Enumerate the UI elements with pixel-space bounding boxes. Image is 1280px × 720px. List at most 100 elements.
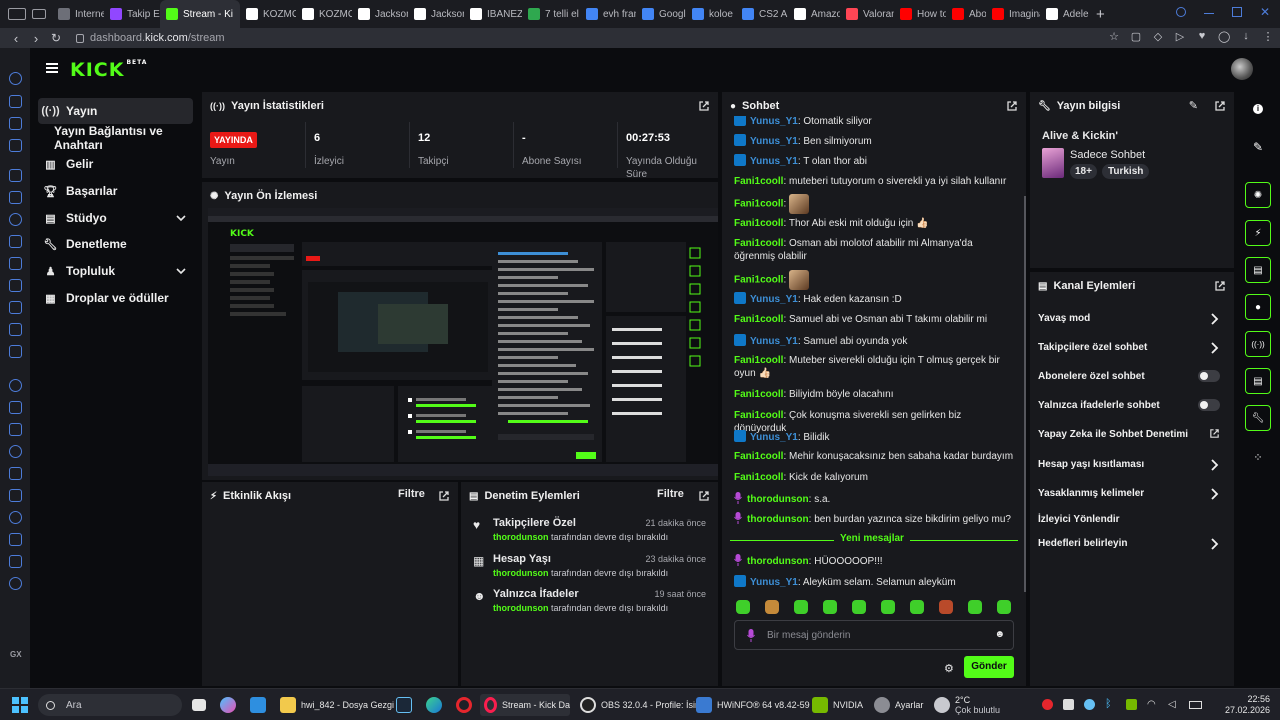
shield-icon[interactable]: ◇ (1152, 30, 1164, 44)
tray-bluetooth-icon[interactable]: ᛒ (1105, 699, 1116, 710)
sidebar-send-icon[interactable] (9, 401, 22, 414)
channel-action-item[interactable]: Yasaklanmış kelimeler (1030, 484, 1228, 504)
chat-username[interactable]: Fani1cooll (734, 410, 783, 421)
taskbar-app-explorer[interactable]: hwi_842 - Dosya Gezgi (280, 694, 394, 716)
browser-tab[interactable]: koloe - (686, 0, 736, 28)
browser-tab[interactable]: How to (894, 0, 946, 28)
sidebar-instagram2-icon[interactable] (9, 279, 22, 292)
bookmark-icon[interactable]: ☆ (1108, 30, 1120, 44)
browser-tab[interactable]: Amazon (788, 0, 840, 28)
sidebar-notes-icon[interactable] (9, 467, 22, 480)
chat-username[interactable]: Yunus_Y1 (750, 136, 798, 147)
more-icon[interactable]: ⋮ (1262, 30, 1274, 44)
emote-icon[interactable] (852, 600, 866, 614)
search-icon[interactable] (1175, 7, 1186, 17)
chat-username[interactable]: thorodunson (747, 514, 809, 525)
sidebar-favorites-icon[interactable] (9, 445, 22, 458)
chat-username[interactable]: Fani1cooll (734, 218, 783, 229)
emote-icon[interactable] (881, 600, 895, 614)
browser-tab[interactable]: Imagina (986, 0, 1040, 28)
play-icon[interactable]: ▷ (1174, 30, 1186, 44)
channel-action-item[interactable]: Yalnızca ifadelerle sohbet (1030, 396, 1228, 416)
sidebar-downloads-icon[interactable] (9, 533, 22, 546)
browser-tab[interactable]: Jackson (408, 0, 464, 28)
nav-item-studio[interactable]: ▤ Stüdyo (38, 205, 193, 231)
chat-username[interactable]: Fani1cooll (734, 389, 783, 400)
nav-item-revenue[interactable]: ▥ Gelir (38, 151, 193, 177)
copilot-icon[interactable] (220, 694, 236, 716)
screenshot-icon[interactable]: ▢ (1130, 30, 1142, 44)
tag[interactable]: Turkish (1102, 164, 1150, 179)
browser-tab[interactable]: Adele - (1040, 0, 1090, 28)
browser-tab[interactable]: Jackson (352, 0, 408, 28)
browser-tab[interactable]: Abo (946, 0, 986, 28)
browser-tab[interactable]: Stream - Ki (160, 0, 240, 28)
chat-username[interactable]: Yunus_Y1 (750, 336, 798, 347)
profile-icon[interactable]: ◯ (1218, 30, 1230, 44)
channel-action-item[interactable]: Abonelere özel sohbet (1030, 367, 1228, 387)
pencil-icon[interactable]: ✎ (1245, 134, 1271, 160)
edit-icon[interactable]: ✎ (1189, 99, 1198, 112)
emote-icon[interactable] (910, 600, 924, 614)
mod-filter-button[interactable]: Filtre (657, 488, 684, 500)
chat-username[interactable]: Fani1cooll (734, 176, 783, 187)
chat-username[interactable]: Fani1cooll (734, 314, 783, 325)
chat-input[interactable]: Bir mesaj gönderin ☻ (734, 620, 1014, 650)
taskbar-app-settings[interactable]: Ayarlar (874, 694, 923, 716)
sidebar-extensions-icon[interactable] (9, 555, 22, 568)
chat-username[interactable]: Yunus_Y1 (750, 432, 798, 443)
sidebar-vk-icon[interactable] (9, 257, 22, 270)
edge-icon[interactable] (426, 694, 442, 716)
sidebar-pin-icon[interactable] (9, 489, 22, 502)
sidebar-instagram-icon[interactable] (9, 117, 22, 130)
chat-tool-icon[interactable]: ● (1245, 294, 1271, 320)
chat-username[interactable]: Fani1cooll (734, 199, 783, 210)
emote-icon[interactable] (736, 600, 750, 614)
broadcast-tool-icon[interactable]: ((·)) (1245, 331, 1271, 357)
chat-username[interactable]: thorodunson (747, 556, 809, 567)
sidebar-copilot-icon[interactable] (9, 72, 22, 85)
browser-tab[interactable]: IBANEZ (464, 0, 522, 28)
sidebar-gx-icon[interactable]: GX (10, 650, 22, 659)
tray-volume-icon[interactable]: ◁ (1168, 699, 1179, 710)
browser-tab[interactable]: Valorant (840, 0, 894, 28)
taskbar-app-browser[interactable]: Stream - Kick Da (480, 694, 570, 716)
browser-tab[interactable]: Takip Ed (104, 0, 160, 28)
new-tab-button[interactable]: + (1096, 6, 1105, 23)
emoji-icon[interactable]: ☻ (994, 629, 1005, 640)
popout-icon[interactable] (698, 100, 710, 112)
send-button[interactable]: Gönder (964, 656, 1014, 678)
emote-icon[interactable] (823, 600, 837, 614)
channel-action-item[interactable]: Takipçilere özel sohbet (1030, 338, 1228, 358)
sidebar-messages-icon[interactable] (9, 191, 22, 204)
sidebar-settings-icon[interactable] (9, 577, 22, 590)
tray-steam-icon[interactable] (1084, 699, 1095, 710)
taskbar-app-hwinfo[interactable]: HWiNFO® 64 v8.42-59 (696, 694, 810, 716)
layout-tool-icon[interactable]: ⁘ (1245, 444, 1271, 470)
preview-tool-icon[interactable]: ✺ (1245, 182, 1271, 208)
tag[interactable]: 18+ (1070, 164, 1097, 179)
browser-tab[interactable]: KOZMO (240, 0, 296, 28)
back-icon[interactable]: ‹ (6, 28, 26, 48)
chat-username[interactable]: Fani1cooll (734, 355, 783, 366)
emote-icon[interactable] (939, 600, 953, 614)
url-field[interactable]: dashboard.kick.com/stream (76, 32, 225, 44)
start-button[interactable] (12, 694, 28, 716)
sidebar-discord-icon[interactable] (9, 345, 22, 358)
sidebar-apps-icon[interactable] (9, 423, 22, 436)
chat-username[interactable]: Fani1cooll (734, 472, 783, 483)
clock[interactable]: 22:56 27.02.2026 (1225, 694, 1270, 716)
chat-username[interactable]: Fani1cooll (734, 238, 783, 249)
sidebar-mail-icon[interactable] (9, 139, 22, 152)
list-tool-icon[interactable]: ▤ (1245, 257, 1271, 283)
new-messages-divider[interactable]: Yeni mesajlar (730, 533, 1018, 547)
chat-username[interactable]: Yunus_Y1 (750, 577, 798, 588)
weather-widget[interactable]: 2°C Çok bulutlu (934, 694, 1000, 716)
stream-preview-video[interactable]: KICK (208, 208, 718, 476)
chat-username[interactable]: Yunus_Y1 (750, 156, 798, 167)
tray-app-icon[interactable] (1042, 699, 1053, 710)
chat-username[interactable]: Fani1cooll (734, 451, 783, 462)
bolt-tool-icon[interactable]: ⚡︎ (1245, 220, 1271, 246)
tray-app-icon[interactable] (1063, 699, 1074, 710)
taskbar-app-nvidia[interactable]: NVIDIA (812, 694, 863, 716)
